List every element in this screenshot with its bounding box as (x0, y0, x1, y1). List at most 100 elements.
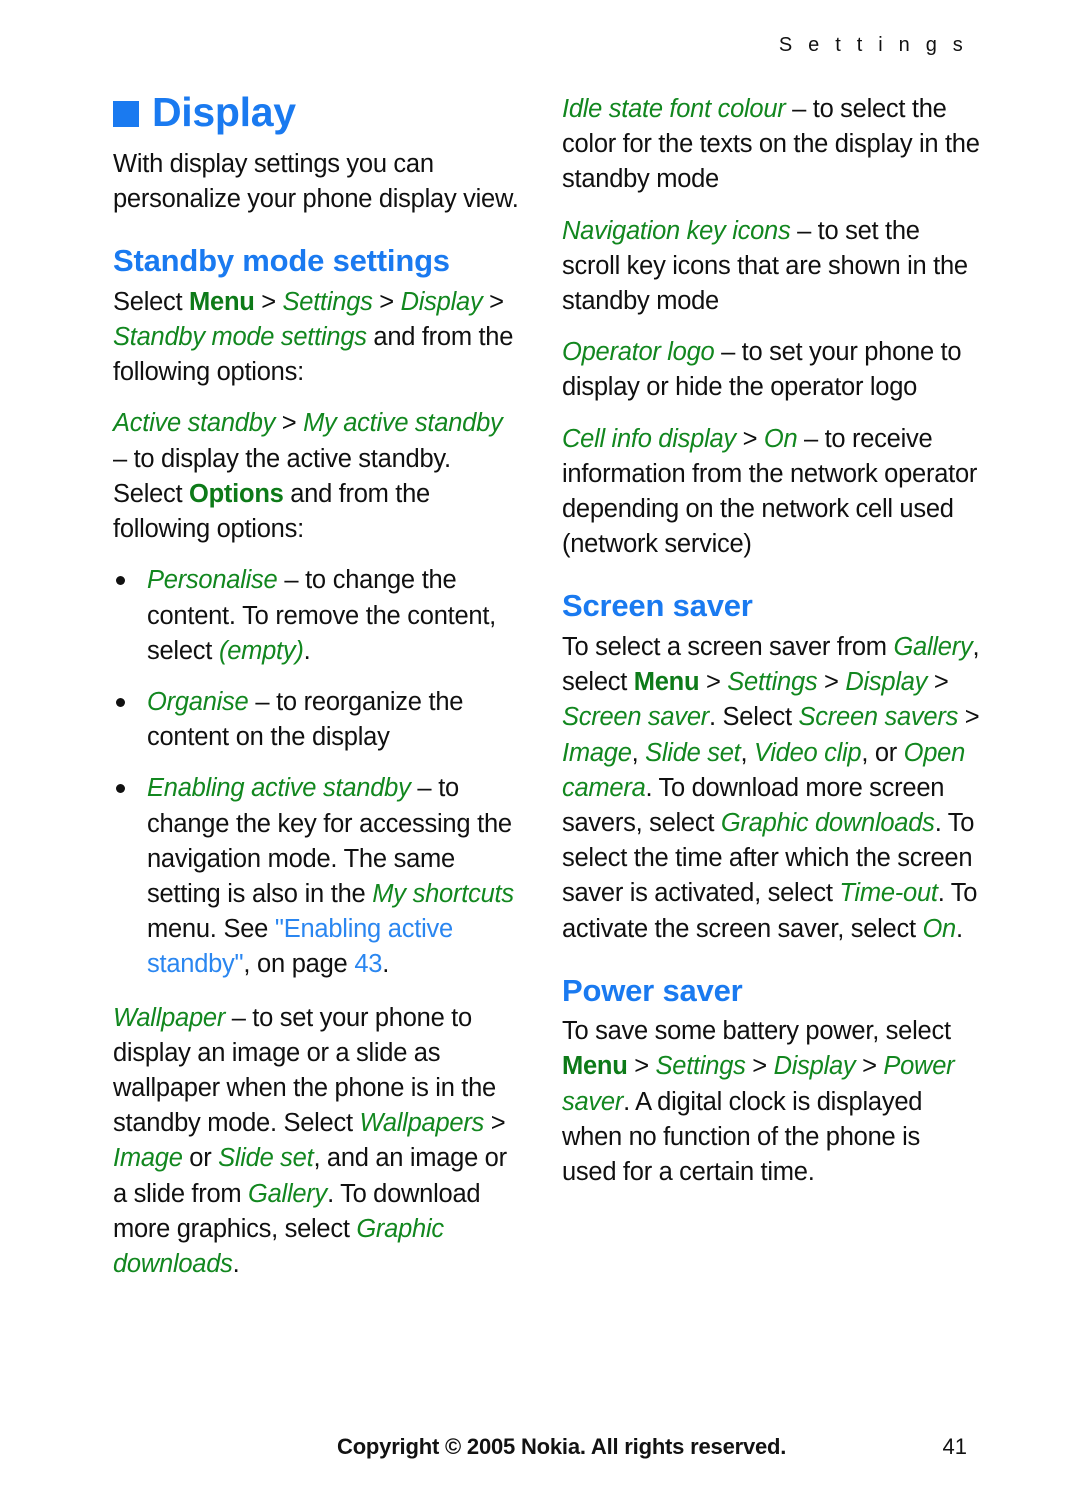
ps-menu-key: Menu (562, 1052, 628, 1081)
bullet-term-empty: (empty) (218, 636, 304, 665)
image-item: Image (113, 1144, 183, 1173)
ss-screen-saver-item: Screen saver (562, 703, 710, 732)
select-lead: Select (113, 287, 190, 316)
ss-image-item: Image (562, 738, 632, 767)
chapter-title-text: Display (152, 89, 296, 135)
select-path-paragraph: Select Menu > Settings > Display > Stand… (113, 285, 523, 391)
bullet-dot-icon (116, 784, 125, 794)
ss-menu-key: Menu (633, 668, 700, 697)
section-title-text: Standby mode settings (113, 243, 450, 279)
copyright-notice: Copyright © 2005 Nokia. All rights reser… (337, 1434, 787, 1459)
screen-saver-paragraph: To select a screen saver from Gallery, s… (562, 630, 980, 947)
wallpapers-item: Wallpapers (359, 1109, 485, 1138)
ss-display-item: Display (845, 668, 928, 697)
my-active-standby-term: My active standby (303, 409, 503, 438)
ss-video-clip-item: Video clip (753, 738, 862, 767)
ss-comma-2: , (740, 738, 754, 767)
ss-sep-1: > (699, 668, 728, 697)
page-footer: Copyright © 2005 Nokia. All rights reser… (113, 1434, 967, 1468)
ss-or: , or (861, 738, 904, 767)
bullet-text-b-2: menu. See (147, 915, 275, 944)
path-sep-2: > (372, 287, 401, 316)
wallpaper-term: Wallpaper (113, 1003, 226, 1032)
bullet-term-personalise: Personalise (147, 566, 278, 595)
settings-item: Settings (282, 287, 373, 316)
wallpaper-text-d: . (232, 1249, 240, 1278)
ss-comma-1: , (631, 738, 646, 767)
list-item: Enabling active standby – to change the … (113, 771, 523, 982)
ps-sep-1: > (627, 1052, 656, 1081)
path-sep-1: > (254, 287, 283, 316)
active-standby-term: Active standby (113, 409, 276, 438)
page: S e t t i n g s Display With display set… (0, 0, 1080, 1496)
section-heading-power-saver: Power saver (562, 972, 980, 1008)
idle-state-font-colour-paragraph: Idle state font colour – to select the c… (562, 92, 980, 198)
wallpaper-sep: > (484, 1109, 506, 1138)
section-heading-screen-saver: Screen saver (562, 589, 980, 622)
bullet-dot-icon (116, 697, 125, 707)
ss-time-out-item: Time-out (839, 879, 938, 908)
intro-text: With display settings you can personaliz… (113, 150, 519, 214)
ps-display-item: Display (773, 1052, 856, 1081)
ss-screen-savers-item: Screen savers (798, 703, 959, 732)
cell-info-display-paragraph: Cell info display > On – to receive info… (562, 422, 980, 563)
active-standby-sep: > (275, 409, 304, 438)
power-saver-title-text: Power saver (562, 972, 743, 1008)
bullet-dot-icon (116, 576, 125, 586)
ss-text-a: To select a screen saver from (562, 632, 894, 661)
square-bullet-icon (113, 100, 139, 127)
wallpaper-paragraph: Wallpaper – to set your phone to display… (113, 1001, 523, 1283)
standby-options-list: Personalise – to change the content. To … (113, 563, 523, 982)
gallery-item: Gallery (248, 1179, 328, 1208)
standby-mode-settings-item: Standby mode settings (113, 323, 367, 352)
left-column: Display With display settings you can pe… (113, 92, 523, 1300)
ss-text-c: . Select (709, 703, 799, 732)
bullet-text-c-2: , on page (243, 950, 355, 979)
page-reference-link[interactable]: 43 (354, 950, 382, 978)
intro-paragraph: With display settings you can personaliz… (113, 147, 523, 217)
power-saver-paragraph: To save some battery power, select Menu … (562, 1014, 980, 1190)
running-head: S e t t i n g s (778, 34, 968, 56)
ps-text-a: To save some battery power, select (562, 1017, 951, 1046)
navigation-key-icons-paragraph: Navigation key icons – to set the scroll… (562, 214, 980, 320)
wallpaper-or: or (182, 1144, 219, 1173)
menu-key: Menu (189, 287, 255, 316)
display-item: Display (400, 287, 483, 316)
ss-sep-4: > (958, 703, 980, 732)
list-item: Personalise – to change the content. To … (113, 563, 523, 669)
page-number: 41 (942, 1434, 967, 1459)
active-standby-paragraph: Active standby > My active standby – to … (113, 406, 523, 547)
bullet-term-enabling-active-standby: Enabling active standby (147, 774, 411, 803)
ss-text-h: . (955, 914, 963, 943)
screen-saver-title-text: Screen saver (562, 588, 753, 624)
ss-sep-3: > (927, 668, 949, 697)
slide-set-item: Slide set (218, 1144, 314, 1173)
ps-sep-3: > (855, 1052, 884, 1081)
cell-info-on-value: On (763, 424, 798, 453)
bullet-term-my-shortcuts: My shortcuts (372, 879, 514, 908)
idle-state-font-colour-term: Idle state font colour (562, 95, 786, 123)
chapter-heading: Display (113, 92, 523, 133)
operator-logo-term: Operator logo (562, 338, 715, 367)
operator-logo-paragraph: Operator logo – to set your phone to dis… (562, 335, 980, 405)
ss-settings-item: Settings (727, 668, 818, 697)
section-heading-standby-mode-settings: Standby mode settings (113, 244, 523, 277)
ps-sep-2: > (745, 1052, 774, 1081)
list-item: Organise – to reorganize the content on … (113, 685, 523, 755)
ss-gallery-item: Gallery (893, 632, 973, 661)
ss-sep-2: > (817, 668, 846, 697)
bullet-term-organise: Organise (147, 687, 249, 716)
options-key: Options (189, 479, 284, 508)
ss-on-value: On (922, 914, 956, 943)
path-sep-3: > (482, 287, 504, 316)
navigation-key-icons-term: Navigation key icons (562, 216, 791, 245)
ss-graphic-downloads-item: Graphic downloads (720, 808, 935, 837)
cell-info-display-term: Cell info display (562, 424, 736, 453)
cell-info-sep: > (735, 424, 764, 453)
bullet-text-d-2: . (382, 950, 390, 979)
ss-slide-set-item: Slide set (645, 738, 741, 767)
bullet-text-b-0: . (303, 636, 311, 665)
ps-settings-item: Settings (655, 1052, 746, 1081)
right-column: Idle state font colour – to select the c… (562, 92, 980, 1208)
body-columns: Display With display settings you can pe… (113, 92, 980, 1362)
